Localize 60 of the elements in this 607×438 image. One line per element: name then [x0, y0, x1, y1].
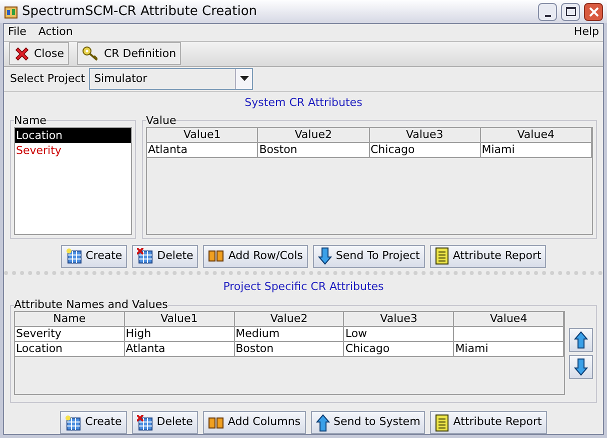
group-title: Attribute Names and Values	[14, 299, 168, 312]
field-label: Select Project	[10, 70, 86, 87]
action-button[interactable]: Create	[60, 244, 128, 268]
table-cell: High	[124, 327, 235, 342]
table-cell: Miami	[480, 142, 592, 158]
move-up-button[interactable]	[569, 328, 593, 352]
table-cell: Location	[15, 342, 125, 358]
section-title: System CR Attributes	[244, 95, 362, 112]
group-title: Name	[14, 114, 46, 127]
toolbar-button[interactable]: Close	[9, 42, 69, 66]
menu-item[interactable]: Help	[574, 24, 599, 41]
columns-icon	[208, 416, 224, 430]
toolbar-button[interactable]: CR Definition	[76, 42, 182, 66]
table-cell: Atlanta	[147, 142, 258, 158]
table-cell: Atlanta	[124, 342, 235, 358]
action-button[interactable]: Delete	[132, 244, 198, 268]
arrow-down-icon	[318, 247, 332, 266]
table-cell: Chicago	[370, 142, 481, 158]
close-icon	[588, 6, 598, 16]
group-title: Value	[146, 114, 176, 127]
arrow-up-icon	[316, 414, 330, 432]
minimize-button[interactable]	[538, 2, 557, 20]
report-icon	[435, 414, 450, 432]
window-title: SpectrumSCM-CR Attribute Creation	[22, 2, 258, 21]
menu-item[interactable]: Action	[38, 24, 73, 41]
table-cell: Boston	[234, 342, 344, 358]
table-cell: Chicago	[344, 342, 454, 358]
action-button[interactable]: Create	[60, 411, 127, 434]
close-button[interactable]	[584, 2, 603, 20]
action-button[interactable]: Delete	[132, 411, 198, 434]
app-icon	[4, 4, 18, 18]
action-button[interactable]: Attribute Report	[430, 244, 546, 268]
key-icon	[82, 46, 100, 62]
action-button[interactable]: Send to System	[310, 411, 426, 434]
list-item[interactable]: Location	[15, 128, 131, 143]
columns-icon	[208, 249, 224, 264]
table-add-icon	[66, 248, 82, 264]
action-button[interactable]: Add Columns	[202, 411, 306, 434]
action-button[interactable]: Send To Project	[312, 244, 425, 268]
close-icon	[14, 46, 30, 62]
arrow-up-icon	[574, 330, 588, 349]
table-delete-icon	[136, 414, 153, 431]
action-button[interactable]: Attribute Report	[430, 411, 547, 434]
list-item[interactable]: Severity	[15, 142, 131, 158]
table-delete-icon	[137, 248, 154, 264]
maximize-button[interactable]	[561, 2, 580, 20]
dropdown-arrow-icon	[240, 76, 249, 82]
move-down-button[interactable]	[569, 354, 593, 379]
table-cell: Severity	[15, 327, 125, 342]
table-add-icon	[65, 414, 82, 431]
arrow-down-icon	[574, 358, 588, 376]
menu-item[interactable]: File	[8, 24, 26, 41]
table-cell: Low	[344, 327, 454, 342]
action-button[interactable]: Add Row/Cols	[203, 244, 308, 268]
project-dropdown[interactable]: Simulator	[89, 68, 254, 90]
report-icon	[434, 247, 449, 266]
table-cell: Boston	[258, 142, 370, 158]
section-title: Project Specific CR Attributes	[223, 278, 384, 295]
table-cell: Miami	[454, 342, 564, 358]
table-cell: Medium	[234, 327, 344, 342]
